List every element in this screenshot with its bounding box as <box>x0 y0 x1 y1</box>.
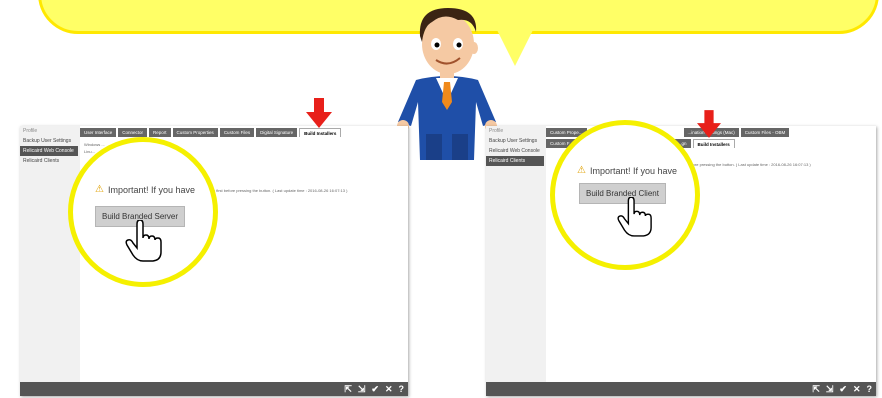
right-bottom-toolbar: ⇱ ⇲ ✔ ✕ ? <box>486 382 876 396</box>
right-sidebar-logo: Profile <box>489 128 504 134</box>
warning-icon: ⚠ <box>95 184 104 195</box>
left-warning-text: Important! If you have <box>107 184 196 195</box>
close-icon[interactable]: ✕ <box>853 383 861 395</box>
tab-digital-signature[interactable]: Digital Signature <box>256 128 298 137</box>
tab-report[interactable]: Report <box>149 128 171 137</box>
left-warning-message: ⚠ Important! If you have <box>95 184 195 195</box>
checkbox-linux[interactable]: Linu... <box>84 149 95 154</box>
check-icon[interactable]: ✔ <box>371 383 379 395</box>
left-admin-window: Profile Backup User Settings Relicaird W… <box>20 126 408 396</box>
sidebar-item-backup-user-settings[interactable]: Backup User Settings <box>20 136 78 146</box>
right-magnifier-circle: ⚠ Important! If you have Build Branded C… <box>550 120 700 270</box>
sidebar-item-clients[interactable]: Relicaird Clients <box>20 156 78 166</box>
left-sidebar: Profile Backup User Settings Relicaird W… <box>20 126 78 382</box>
export-icon[interactable]: ⇱ <box>344 383 352 395</box>
right-instruction-text: ...efore pressing the button. ( Last upd… <box>686 162 811 167</box>
right-red-arrow-icon <box>697 110 721 138</box>
export-icon[interactable]: ⇱ <box>812 383 820 395</box>
warning-icon: ⚠ <box>577 165 586 176</box>
left-sidebar-logo: Profile <box>23 128 38 134</box>
left-magnifier-circle: ⚠ Important! If you have Build Branded S… <box>68 137 218 287</box>
hand-cursor-icon <box>125 220 162 262</box>
check-icon[interactable]: ✔ <box>839 383 847 395</box>
help-icon[interactable]: ? <box>399 383 405 395</box>
tab-custom-files-obm[interactable]: Custom Files - OBM <box>740 128 790 137</box>
right-warning-message: ⚠ Important! If you have <box>577 165 677 176</box>
tab-custom-files[interactable]: Custom Files <box>219 128 255 137</box>
tab-custom-properties[interactable]: Custom Properties <box>172 128 218 137</box>
tab-build-installers[interactable]: Build Installers <box>692 139 735 148</box>
right-warning-text: Important! If you have <box>589 165 678 176</box>
tab-user-interface[interactable]: User Interface <box>80 128 117 137</box>
left-bottom-toolbar: ⇱ ⇲ ✔ ✕ ? <box>20 382 408 396</box>
import-icon[interactable]: ⇲ <box>826 383 834 395</box>
sidebar-item-clients[interactable]: Relicaird Clients <box>486 156 544 166</box>
tab-build-installers[interactable]: Build Installers <box>299 128 342 137</box>
hand-cursor-icon <box>617 197 652 237</box>
checkbox-windows[interactable]: Windows ... <box>84 142 105 147</box>
left-red-arrow-icon <box>306 98 332 128</box>
left-instruction-text: ...are first before pressing the button.… <box>206 188 348 193</box>
import-icon[interactable]: ⇲ <box>358 383 366 395</box>
right-sidebar: Profile Backup User Settings Relicaird W… <box>486 126 544 382</box>
close-icon[interactable]: ✕ <box>385 383 393 395</box>
sidebar-item-backup-user-settings[interactable]: Backup User Settings <box>486 136 544 146</box>
help-icon[interactable]: ? <box>867 383 873 395</box>
sidebar-item-web-console[interactable]: Relicaird Web Console <box>20 146 78 156</box>
left-tab-bar: User Interface Connector Report Custom P… <box>80 128 342 137</box>
sidebar-item-web-console[interactable]: Relicaird Web Console <box>486 146 544 156</box>
tab-connector[interactable]: Connector <box>118 128 148 137</box>
